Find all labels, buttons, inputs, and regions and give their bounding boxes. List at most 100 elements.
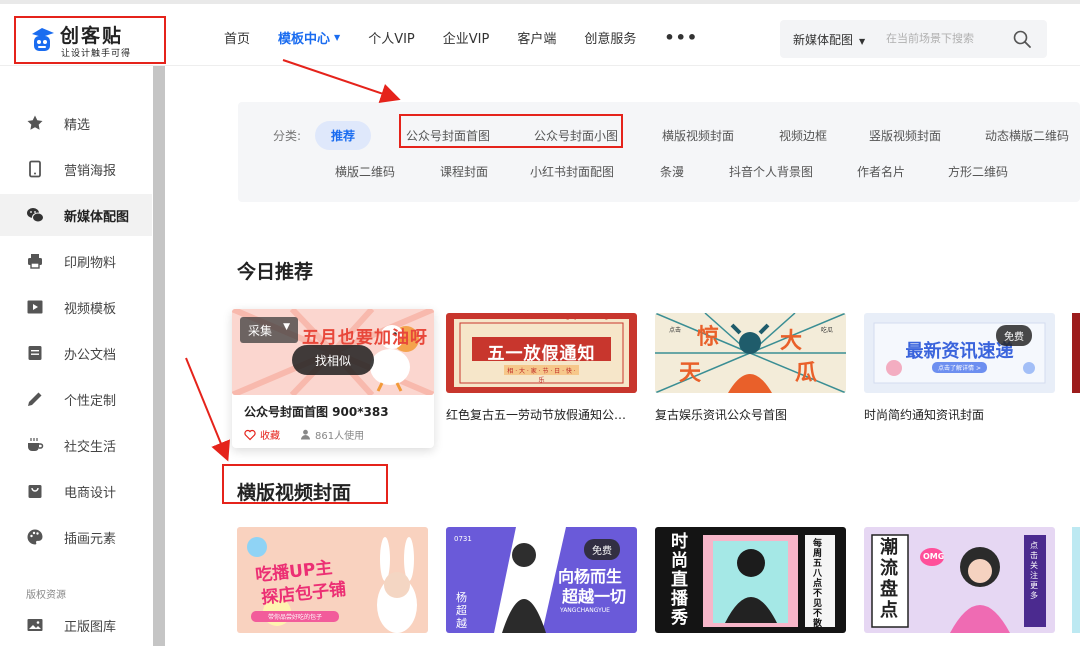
template-card-partial[interactable] <box>1072 313 1080 393</box>
category-xiaohongshu-cover[interactable]: 小红书封面配图 <box>530 163 614 180</box>
category-horizontal-video-cover[interactable]: 横版视频封面 <box>662 127 734 144</box>
logo-title: 创客贴 <box>60 25 124 47</box>
sidebar-item-new-media[interactable]: 新媒体配图 <box>0 194 152 236</box>
logo-slogan: 让设计触手可得 <box>61 49 132 59</box>
template-thumbnail-text: 点击关注更多 <box>1030 541 1038 600</box>
sidebar-item-label: 个性定制 <box>64 393 117 409</box>
template-thumbnail-text: 惊 <box>697 325 720 350</box>
usage-count: 861人使用 <box>300 427 364 442</box>
nav-label: 首页 <box>224 32 251 47</box>
section-title-horizontal-video: 横版视频封面 <box>237 482 352 504</box>
template-thumbnail-text: YANGCHANGYUE <box>560 607 610 614</box>
nav-item-enterprise-vip[interactable]: 企业VIP <box>443 28 490 47</box>
favorite-button[interactable]: 收藏 <box>244 427 280 442</box>
sidebar-item-custom[interactable]: 个性定制 <box>0 378 152 420</box>
category-label: 分类: <box>273 129 302 143</box>
sidebar-item-label: 新媒体配图 <box>64 209 130 225</box>
video-template-card[interactable]: 0731 杨 超 越 向杨而生 超越一切 YANGCHANGYUE 免费 <box>446 527 637 633</box>
sidebar-item-marketing-poster[interactable]: 营销海报 <box>0 148 152 190</box>
pencil-icon <box>26 390 44 408</box>
free-badge: 免费 <box>584 539 620 560</box>
nav-label: 企业VIP <box>442 32 490 47</box>
favorite-label: 收藏 <box>260 431 280 442</box>
sidebar-item-social[interactable]: 社交生活 <box>0 424 152 466</box>
nav-item-template-center[interactable]: 模板中心 ▼ <box>278 28 340 47</box>
sidebar-item-office-doc[interactable]: 办公文档 <box>0 332 152 374</box>
search-box: 新媒体配图 ▼ <box>780 20 1047 58</box>
caret-down-icon: ▼ <box>859 37 866 46</box>
nav-item-home[interactable]: 首页 <box>224 28 250 47</box>
sidebar-item-label: 精选 <box>64 117 91 133</box>
nav-item-client[interactable]: 客户端 <box>517 28 556 47</box>
free-badge: 免费 <box>996 325 1032 346</box>
sidebar-item-print[interactable]: 印刷物料 <box>0 240 152 282</box>
category-course-cover[interactable]: 课程封面 <box>440 163 488 180</box>
user-icon <box>301 429 310 440</box>
category-vertical-video-cover[interactable]: 竖版视频封面 <box>869 127 941 144</box>
sidebar-item-featured[interactable]: 精选 <box>0 102 152 144</box>
template-card[interactable]: 最新资讯速递 点击了解详情 > 免费 时尚简约通知资讯封面 <box>864 313 1055 423</box>
sidebar-item-video[interactable]: 视频模板 <box>0 286 152 328</box>
star-icon <box>26 114 44 132</box>
main-nav: 首页 模板中心 ▼ 个人VIP 企业VIP 客户端 创意服务 ••• <box>224 28 726 47</box>
sidebar-item-label: 办公文档 <box>64 347 117 363</box>
sidebar-item-illustration[interactable]: 插画元素 <box>0 516 152 558</box>
search-input[interactable] <box>886 28 1006 50</box>
category-author-card[interactable]: 作者名片 <box>857 163 905 180</box>
usage-label: 861人使用 <box>315 431 365 442</box>
phone-icon <box>26 160 44 178</box>
sidebar-item-label: 电商设计 <box>64 485 117 501</box>
collect-button[interactable]: 采集 ▼ <box>240 317 298 343</box>
template-card[interactable]: Wu Yi Fang Jia Tong Zhi 五一放假通知 相 · 大 · 家… <box>446 313 637 423</box>
template-card-title[interactable]: 公众号封面首图 900*383 <box>244 403 424 420</box>
sidebar: 精选 营销海报 新媒体配图 印刷物料 视频模板 办公文档 个性定制 社交生活 电… <box>0 66 166 646</box>
category-panel: 分类: 推荐 公众号封面首图 公众号封面小图 横版视频封面 视频边框 竖版视频封… <box>238 102 1080 202</box>
category-comic-strip[interactable]: 条漫 <box>660 163 684 180</box>
video-template-card-partial[interactable] <box>1072 527 1080 633</box>
category-video-frame[interactable]: 视频边框 <box>779 127 827 144</box>
search-icon[interactable] <box>1012 29 1032 49</box>
printer-icon <box>26 252 44 270</box>
nav-label: 创意服务 <box>584 32 637 47</box>
category-horizontal-qr[interactable]: 横版二维码 <box>335 163 395 180</box>
template-thumbnail-text: 杨 超 越 <box>456 591 467 630</box>
find-similar-button[interactable]: 找相似 <box>292 345 374 375</box>
sidebar-item-stock-images[interactable]: 正版图库 <box>0 604 152 646</box>
search-scene-label: 新媒体配图 <box>793 33 854 47</box>
video-template-card[interactable]: 时尚直播秀 每周五八点不见不散 <box>655 527 846 633</box>
template-thumbnail-text: 带你品尝好吃的包子 <box>267 614 322 621</box>
sidebar-item-label: 印刷物料 <box>64 255 117 271</box>
category-animated-qr[interactable]: 动态横版二维码 <box>985 127 1069 144</box>
template-thumbnail-text: 吃瓜 <box>821 327 834 334</box>
template-thumbnail-text: 大 <box>780 329 803 354</box>
image-icon <box>26 616 44 634</box>
nav-item-creative-service[interactable]: 创意服务 <box>584 28 636 47</box>
category-official-cover-main[interactable]: 公众号封面首图 <box>406 127 490 144</box>
collect-label: 采集 <box>248 323 273 338</box>
coffee-icon <box>26 436 44 454</box>
search-scene-dropdown[interactable]: 新媒体配图 ▼ <box>793 31 865 48</box>
sidebar-section-label: 版权资源 <box>26 590 66 601</box>
sidebar-item-label: 插画元素 <box>64 531 117 547</box>
template-card-hovered[interactable]: 五月也要加油呀 采集 ▼ 找相似 公众号封面首图 900*383 收藏 861人使… <box>232 309 434 448</box>
shopping-bag-icon <box>26 482 44 500</box>
section-title-today: 今日推荐 <box>237 261 314 283</box>
sidebar-scrollbar[interactable] <box>153 66 165 646</box>
template-thumbnail-text: 0731 <box>454 535 472 543</box>
category-square-qr[interactable]: 方形二维码 <box>948 163 1008 180</box>
nav-label: 模板中心 <box>278 32 331 47</box>
video-template-card[interactable]: 潮流盘点 OMG 点击关注更多 <box>864 527 1055 633</box>
more-icon[interactable]: ••• <box>664 28 698 47</box>
template-thumbnail-text: 超越一切 <box>562 587 627 606</box>
template-thumbnail-text: 相 · 大 · 家 · 节 · 日 · 快 · 乐 <box>507 368 576 384</box>
category-official-cover-small[interactable]: 公众号封面小图 <box>534 127 618 144</box>
template-card-title: 红色复古五一劳动节放假通知公众号首图 <box>446 408 637 422</box>
nav-item-personal-vip[interactable]: 个人VIP <box>368 28 415 47</box>
logo[interactable]: 创客贴 让设计触手可得 <box>14 16 166 64</box>
template-card[interactable]: 惊 天 大 瓜 点击 吃瓜 复古娱乐资讯公众号首图 <box>655 313 846 423</box>
logo-mascot-icon <box>32 28 54 51</box>
category-recommended[interactable]: 推荐 <box>315 121 372 150</box>
category-douyin-background[interactable]: 抖音个人背景图 <box>729 163 813 180</box>
sidebar-item-ecommerce[interactable]: 电商设计 <box>0 470 152 512</box>
video-template-card[interactable]: 吃播UP主 探店包子铺 带你品尝好吃的包子 <box>237 527 428 633</box>
